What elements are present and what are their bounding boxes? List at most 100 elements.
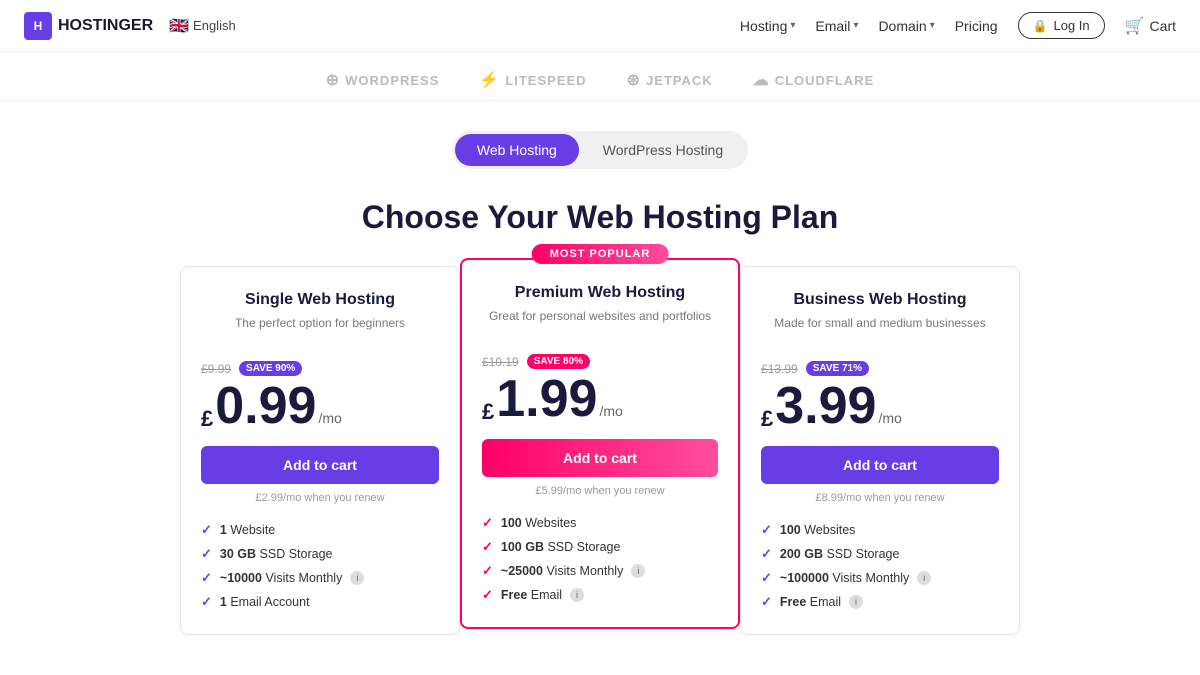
login-label: Log In [1053,18,1089,33]
most-popular-badge: MOST POPULAR [532,244,669,264]
feature-email: ✓ Free Email i [761,590,999,614]
feature-visits: ✓ ~100000 Visits Monthly i [761,566,999,590]
nav-email-label: Email [815,18,850,34]
info-icon[interactable]: i [917,571,931,585]
feature-storage: ✓ 100 GB SSD Storage [482,535,718,559]
plan-business-original-price: £13.99 [761,362,798,376]
nav-hosting-label: Hosting [740,18,787,34]
check-icon: ✓ [482,563,493,579]
plan-business-save-badge: SAVE 71% [806,361,869,376]
navbar-right: Hosting ▾ Email ▾ Domain ▾ Pricing 🔒 Log… [740,12,1176,39]
wordpress-icon: ⊕ [326,70,340,90]
feature-email-label: Free Email [780,595,841,609]
plan-business-price-row: £13.99 SAVE 71% [761,361,999,376]
nav-domain-label: Domain [878,18,926,34]
feature-websites: ✓ 100 Websites [482,511,718,535]
feature-email: ✓ 1 Email Account [201,590,439,614]
check-icon: ✓ [201,570,212,586]
plan-business-features: ✓ 100 Websites ✓ 200 GB SSD Storage ✓ ~1… [761,518,999,614]
hosting-tabs: Web Hosting WordPress Hosting [0,101,1200,179]
info-icon[interactable]: i [570,588,584,602]
chevron-down-icon: ▾ [790,20,795,31]
feature-email: ✓ Free Email i [482,583,718,607]
info-icon[interactable]: i [350,571,364,585]
plan-premium-price-row: £10.19 SAVE 80% [482,354,718,369]
plan-single-subtitle: The perfect option for beginners [201,315,439,347]
plan-business-add-cart-button[interactable]: Add to cart [761,446,999,484]
plan-single-renew-price: £2.99/mo when you renew [201,492,439,504]
plan-single: Single Web Hosting The perfect option fo… [180,266,460,635]
plan-business-renew-price: £8.99/mo when you renew [761,492,999,504]
partner-litespeed: ⚡ LiteSpeed [479,70,586,90]
check-icon: ✓ [761,570,772,586]
litespeed-label: LiteSpeed [505,73,586,88]
navbar-left: H HOSTINGER 🇬🇧 English [24,12,236,40]
feature-websites-label: 1 Website [220,523,275,537]
plan-premium-price-number: 1.99 [496,373,597,425]
plan-premium-renew-price: £5.99/mo when you renew [482,485,718,497]
language-selector[interactable]: 🇬🇧 English [169,16,236,36]
cart-label: Cart [1150,18,1176,34]
plan-single-currency: £ [201,406,213,432]
feature-visits-label: ~10000 Visits Monthly [220,571,342,585]
feature-storage-label: 30 GB SSD Storage [220,547,333,561]
plan-single-title: Single Web Hosting [201,291,439,309]
login-button[interactable]: 🔒 Log In [1018,12,1105,39]
feature-storage-label: 200 GB SSD Storage [780,547,900,561]
plan-single-original-price: £9.99 [201,362,231,376]
info-icon[interactable]: i [631,564,645,578]
plan-business-price-main: £ 3.99 /mo [761,380,999,432]
partner-cloudflare: ☁ Cloudflare [753,70,875,90]
feature-storage: ✓ 30 GB SSD Storage [201,542,439,566]
jetpack-label: Jetpack [646,73,713,88]
plan-premium-price-main: £ 1.99 /mo [482,373,718,425]
plan-business: Business Web Hosting Made for small and … [740,266,1020,635]
partners-bar: ⊕ WordPress ⚡ LiteSpeed ⊛ Jetpack ☁ Clou… [0,52,1200,101]
feature-email-label: 1 Email Account [220,595,310,609]
plan-premium-add-cart-button[interactable]: Add to cart [482,439,718,477]
tab-web-hosting[interactable]: Web Hosting [455,134,579,166]
feature-visits-label: ~25000 Visits Monthly [501,564,623,578]
nav-domain[interactable]: Domain ▾ [878,18,934,34]
nav-pricing[interactable]: Pricing [955,18,998,34]
feature-visits: ✓ ~25000 Visits Monthly i [482,559,718,583]
tab-wordpress-hosting[interactable]: WordPress Hosting [581,134,745,166]
plan-single-price-main: £ 0.99 /mo [201,380,439,432]
plan-single-period: /mo [318,410,341,426]
check-icon: ✓ [761,546,772,562]
plan-business-currency: £ [761,406,773,432]
feature-websites: ✓ 1 Website [201,518,439,542]
feature-storage-label: 100 GB SSD Storage [501,540,621,554]
check-icon: ✓ [201,594,212,610]
nav-email[interactable]: Email ▾ [815,18,858,34]
navbar: H HOSTINGER 🇬🇧 English Hosting ▾ Email ▾… [0,0,1200,52]
feature-storage: ✓ 200 GB SSD Storage [761,542,999,566]
plan-premium-subtitle: Great for personal websites and portfoli… [482,308,718,340]
feature-email-label: Free Email [501,588,562,602]
jetpack-icon: ⊛ [627,70,641,90]
check-icon: ✓ [201,546,212,562]
pricing-section: Single Web Hosting The perfect option fo… [0,266,1200,675]
partner-wordpress: ⊕ WordPress [326,70,440,90]
logo-text: HOSTINGER [58,17,153,35]
cart-link[interactable]: 🛒 Cart [1125,16,1176,36]
plan-single-add-cart-button[interactable]: Add to cart [201,446,439,484]
plan-single-price-row: £9.99 SAVE 90% [201,361,439,376]
info-icon[interactable]: i [849,595,863,609]
plan-single-features: ✓ 1 Website ✓ 30 GB SSD Storage ✓ ~10000… [201,518,439,614]
nav-hosting[interactable]: Hosting ▾ [740,18,796,34]
plan-business-title: Business Web Hosting [761,291,999,309]
litespeed-icon: ⚡ [479,70,500,90]
cloudflare-label: Cloudflare [775,73,875,88]
feature-websites: ✓ 100 Websites [761,518,999,542]
logo[interactable]: H HOSTINGER [24,12,153,40]
plan-premium-original-price: £10.19 [482,355,519,369]
logo-icon: H [24,12,52,40]
plan-single-save-badge: SAVE 90% [239,361,302,376]
flag-icon: 🇬🇧 [169,16,189,36]
plan-business-subtitle: Made for small and medium businesses [761,315,999,347]
plan-premium-period: /mo [599,403,622,419]
language-label: English [193,18,236,33]
check-icon: ✓ [482,587,493,603]
cloudflare-icon: ☁ [753,70,770,90]
